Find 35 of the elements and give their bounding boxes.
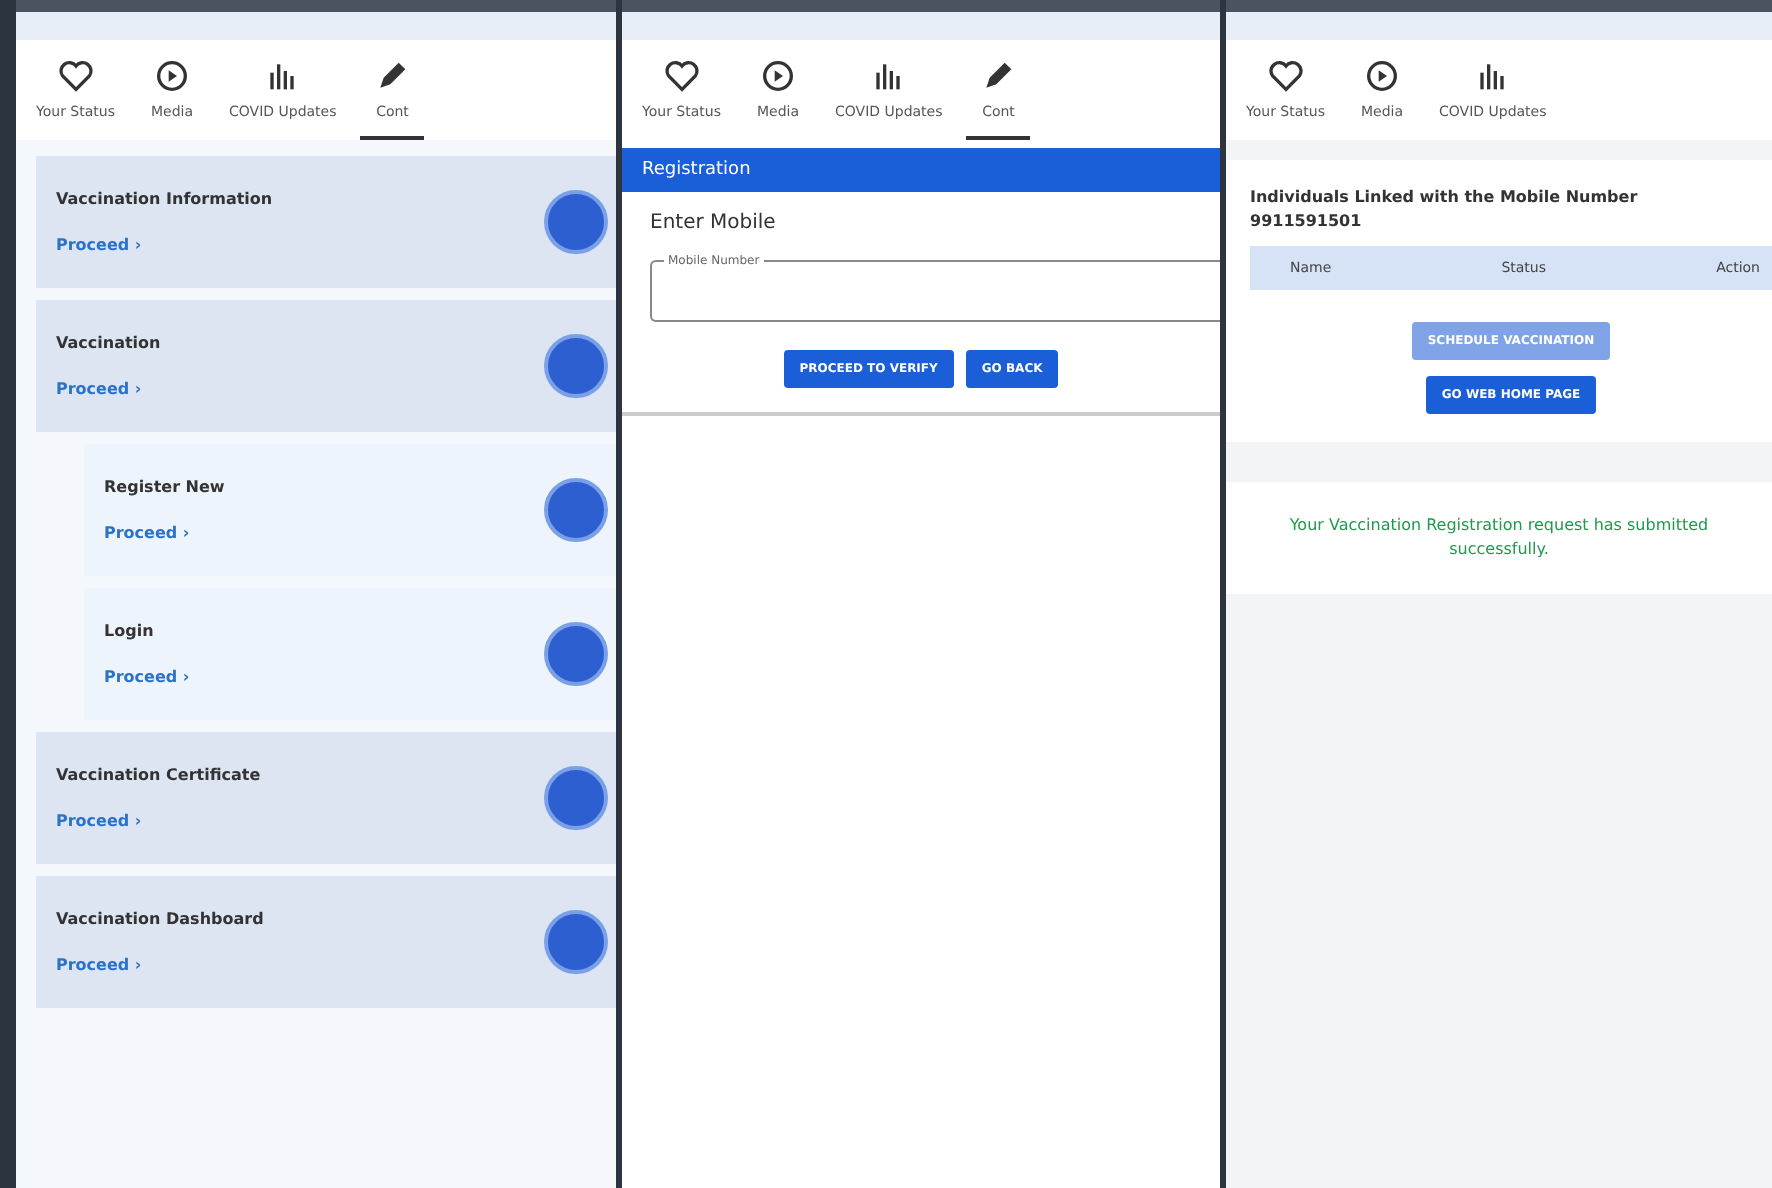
card-title: Vaccination Certificate <box>56 766 261 784</box>
menu-card[interactable]: Vaccination Dashboard Proceed › <box>36 876 616 1008</box>
proceed-link[interactable]: Proceed › <box>104 524 225 542</box>
round-icon <box>544 766 608 830</box>
card-title: Vaccination Dashboard <box>56 910 264 928</box>
prompt-text: Enter Mobile <box>650 212 778 234</box>
play-icon <box>758 56 798 96</box>
menu-card[interactable]: Vaccination Certificate Proceed › <box>36 732 616 864</box>
mobile-number: 9911591501 <box>1250 212 1364 230</box>
card-title: Login <box>104 622 156 640</box>
round-icon <box>544 334 608 398</box>
menu-card[interactable]: Vaccination Information Proceed › <box>36 156 616 288</box>
proceed-link[interactable]: Proceed › <box>56 956 264 974</box>
card-title: Register New <box>104 478 225 496</box>
round-icon <box>544 478 608 542</box>
heart-icon <box>1265 56 1306 96</box>
success-message: Your Vaccination Registration request has submitted successfully. <box>1287 514 1711 562</box>
proceed-link[interactable]: Proceed › <box>56 236 273 254</box>
menu-card[interactable]: Vaccination Proceed › <box>36 300 616 432</box>
proceed-link[interactable]: Proceed › <box>56 380 161 398</box>
menu-card[interactable]: Login Proceed › <box>84 588 616 720</box>
proceed-link[interactable]: Proceed › <box>104 668 190 686</box>
registration-header: Registration <box>622 148 1220 192</box>
heart-icon <box>661 56 702 96</box>
round-icon <box>544 910 608 974</box>
play-icon <box>1362 56 1402 96</box>
card-title: Vaccination Information <box>56 190 273 208</box>
round-icon <box>544 190 608 254</box>
menu-card[interactable]: Register New Proceed › <box>84 444 616 576</box>
play-icon <box>152 56 192 96</box>
linked-heading: Individuals Linked with the Mobile Number <box>1250 188 1640 206</box>
proceed-link[interactable]: Proceed › <box>56 812 261 830</box>
heart-icon <box>55 56 96 96</box>
card-title: Vaccination <box>56 334 161 352</box>
round-icon <box>544 622 608 686</box>
